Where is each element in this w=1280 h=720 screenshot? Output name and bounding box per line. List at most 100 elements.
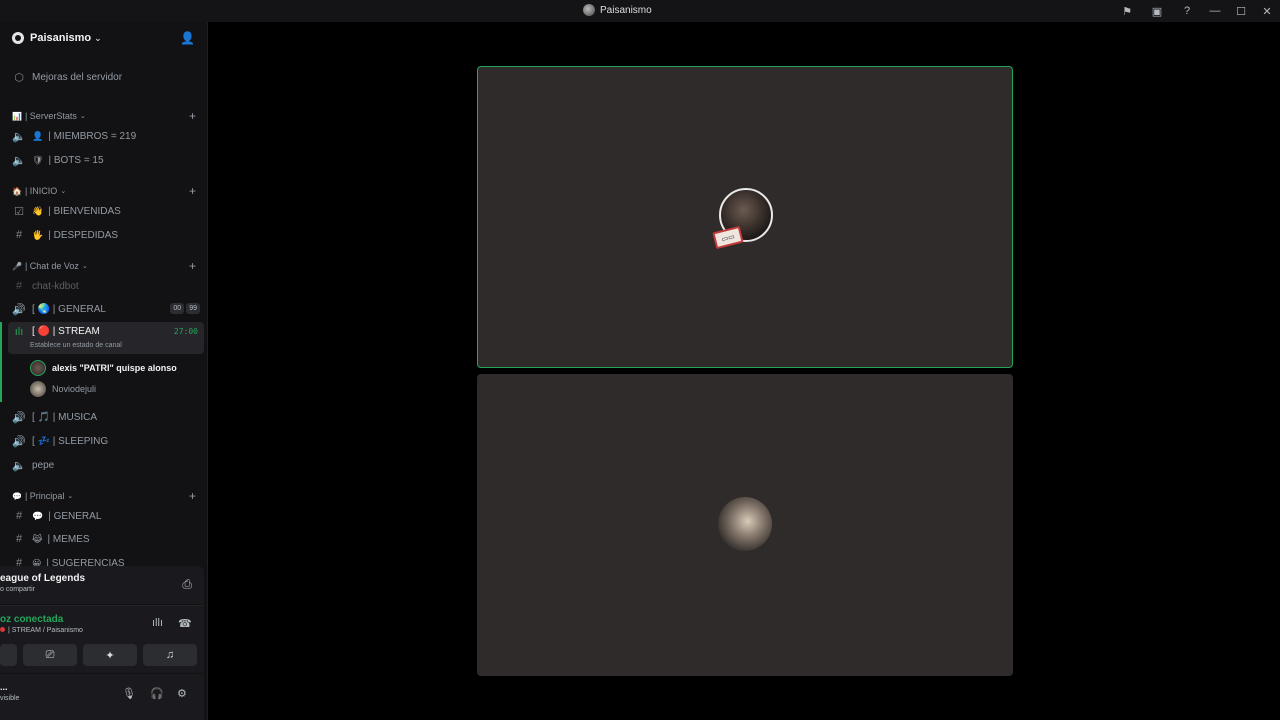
locked-speaker-icon: 🔈	[12, 154, 26, 167]
channel-miembros[interactable]: 🔈 👤 | MIEMBROS = 219	[8, 125, 204, 147]
help-icon[interactable]: ?	[1172, 0, 1202, 22]
chevron-down-icon: ⌄	[94, 32, 102, 43]
add-channel-icon[interactable]: +	[189, 109, 196, 123]
channel-bienvenidas[interactable]: ☑ 👋 | BIENVENIDAS	[8, 200, 204, 222]
maximize-icon[interactable]: ☐	[1228, 0, 1254, 22]
chevron-down-icon: ⌄	[81, 263, 88, 270]
server-avatar-icon	[583, 4, 595, 16]
category-name: | Chat de Voz	[24, 261, 79, 271]
chart-emoji-icon: 📊	[12, 111, 22, 121]
voice-connection-panel: oz conectada | STREAM / Paisanismo ıllı …	[0, 605, 204, 673]
add-channel-icon[interactable]: +	[189, 259, 196, 273]
channel-despedidas[interactable]: # 🖐 | DESPEDIDAS	[8, 224, 204, 246]
channel-musica[interactable]: 🔊 [ 🎵 | MUSICA	[8, 406, 204, 428]
participant-avatar	[718, 497, 772, 551]
channel-label: | BIENVENIDAS	[48, 205, 121, 217]
user-limit-badge: 00	[170, 303, 185, 314]
user-panel: ... visible 🎙 🎧 ⚙	[0, 674, 204, 720]
speaker-icon: 🔊	[12, 411, 26, 424]
add-member-icon[interactable]: 👤	[180, 31, 195, 45]
channel-label: | MEMES	[47, 533, 90, 545]
share-screen-icon[interactable]: ⎙	[182, 577, 192, 592]
voice-channel-link[interactable]: | STREAM / Paisanismo	[0, 627, 83, 634]
channel-stream-voice[interactable]: ılı [ 🔴 | STREAM 27:00 Establece un esta…	[8, 322, 204, 354]
screen-share-icon: ⎚	[45, 648, 55, 661]
minimize-icon[interactable]: —	[1202, 0, 1228, 22]
mic-emoji-icon: 🎤	[12, 261, 22, 271]
channel-emoji: 💬	[32, 510, 44, 521]
channel-chat-kdbot[interactable]: # chat-kdbot	[8, 275, 204, 297]
flag-icon[interactable]: ⚑	[1112, 0, 1142, 22]
add-channel-icon[interactable]: +	[189, 184, 196, 198]
category-name: | INICIO	[24, 186, 58, 196]
soundboard-button[interactable]: ♫	[143, 644, 197, 666]
channel-general-text[interactable]: # 💬 | GENERAL	[8, 505, 204, 527]
speaker-icon: 🔊	[12, 303, 26, 316]
category-name: | ServerStats	[24, 111, 77, 121]
channel-sleeping[interactable]: 🔊 [ 💤 | SLEEPING	[8, 430, 204, 452]
boost-icon: ⬡	[14, 71, 24, 84]
voice-user-name: alexis "PATRI" quispe alonso	[52, 363, 177, 373]
channel-emoji: 🖐	[32, 229, 44, 240]
channel-emoji: 🛡	[32, 154, 44, 165]
server-icon	[12, 32, 24, 44]
speaker-icon: 🔊	[12, 435, 26, 448]
channel-label: | BOTS = 15	[48, 154, 104, 166]
voice-user[interactable]: Noviodejuli	[30, 379, 96, 399]
activity-subtitle: o compartir	[0, 586, 36, 593]
noise-suppression-icon[interactable]: ıllı	[152, 617, 163, 629]
channel-memes[interactable]: # 😹 | MEMES	[8, 528, 204, 550]
category-principal[interactable]: 💬 | Principal ⌄ +	[8, 488, 204, 504]
voice-user-name: Noviodejuli	[52, 384, 97, 394]
activities-button[interactable]: ✦	[83, 644, 137, 666]
headphones-icon[interactable]: 🎧	[150, 687, 164, 700]
inbox-icon[interactable]: ▣	[1142, 0, 1172, 22]
participant-tile[interactable]: ▭▭	[477, 66, 1013, 368]
active-indicator	[0, 322, 2, 402]
title-bar: Paisanismo ⚑ ▣ ? — ☐ ✕	[0, 0, 1280, 22]
user-name[interactable]: ...	[0, 682, 8, 692]
add-channel-icon[interactable]: +	[189, 489, 196, 503]
category-chat-de-voz[interactable]: 🎤 | Chat de Voz ⌄ +	[8, 258, 204, 274]
rules-icon: ☑	[14, 205, 24, 218]
voice-channel-text: | STREAM / Paisanismo	[8, 627, 83, 634]
hash-icon: #	[15, 229, 23, 241]
activity-panel: eague of Legends o compartir ⎙	[0, 566, 204, 604]
screen-share-button[interactable]: ⎚	[23, 644, 77, 666]
sidebar-item-label: Mejoras del servidor	[32, 71, 123, 83]
camera-button[interactable]	[0, 644, 17, 666]
close-icon[interactable]: ✕	[1254, 0, 1280, 22]
category-name: | Principal	[24, 491, 65, 501]
category-serverstats[interactable]: 📊 | ServerStats ⌄ +	[8, 108, 204, 124]
user-status: visible	[0, 695, 20, 702]
cassette-decoration-icon: ▭▭	[712, 225, 744, 250]
channel-bots[interactable]: 🔈 🛡 | BOTS = 15	[8, 149, 204, 171]
channel-label: [ 🎵 | MUSICA	[32, 411, 98, 423]
locked-speaker-icon: 🔈	[12, 130, 26, 143]
window-title-text: Paisanismo	[600, 4, 652, 16]
channel-emoji: 👋	[32, 205, 44, 216]
channel-label: | MIEMBROS = 219	[48, 130, 137, 142]
user-limit-badge: 99	[186, 303, 200, 314]
soundboard-icon: ♫	[165, 649, 175, 661]
sidebar-item-boosts[interactable]: ⬡ Mejoras del servidor	[8, 66, 204, 88]
hash-icon: #	[15, 280, 23, 292]
avatar	[30, 360, 46, 376]
voice-user[interactable]: alexis "PATRI" quispe alonso	[30, 358, 177, 378]
channel-general-voice[interactable]: 🔊 [ 🌏 | GENERAL 00 99	[8, 298, 204, 320]
channel-pepe[interactable]: 🔈 pepe	[8, 454, 204, 476]
server-header[interactable]: Paisanismo ⌄ 👤	[0, 22, 207, 54]
settings-gear-icon[interactable]: ⚙	[177, 687, 187, 700]
microphone-icon[interactable]: 🎙	[122, 687, 136, 700]
server-name: Paisanismo	[30, 32, 92, 44]
house-emoji-icon: 🏠	[12, 186, 22, 196]
chevron-down-icon: ⌄	[60, 188, 67, 195]
voice-status[interactable]: oz conectada	[0, 614, 63, 625]
category-inicio[interactable]: 🏠 | INICIO ⌄ +	[8, 183, 204, 199]
activities-icon: ✦	[105, 649, 115, 662]
channel-label: [ 🔴 | STREAM	[32, 326, 100, 337]
participant-tile[interactable]	[477, 374, 1013, 676]
channel-status[interactable]: Establece un estado de canal	[30, 342, 122, 349]
channel-label: [ 🌏 | GENERAL	[32, 303, 106, 315]
disconnect-icon[interactable]: ☎	[178, 617, 192, 630]
